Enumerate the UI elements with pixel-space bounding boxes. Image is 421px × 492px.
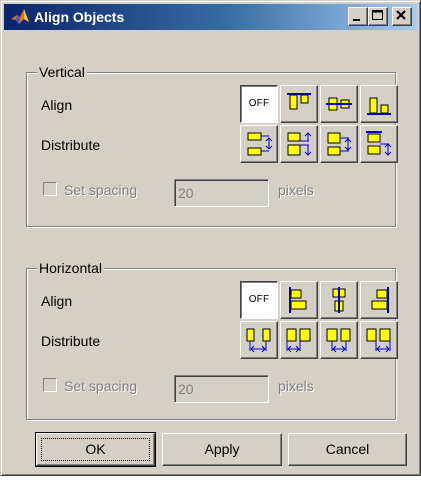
- horizontal-distribute-label: Distribute: [41, 333, 101, 349]
- align-bottom-icon: [367, 97, 391, 115]
- vertical-align-bottom-button[interactable]: [360, 85, 398, 123]
- horizontal-align-left-button[interactable]: [280, 281, 318, 319]
- minimize-button[interactable]: [348, 7, 368, 26]
- horizontal-distribute-button-2[interactable]: [280, 321, 318, 359]
- horizontal-distribute-button-3[interactable]: [320, 321, 358, 359]
- align-middle-icon: [326, 97, 352, 111]
- horizontal-spacing-input[interactable]: [174, 375, 269, 403]
- horizontal-align-off-button[interactable]: OFF: [240, 281, 278, 319]
- horizontal-set-spacing-row: Set spacing pixels: [43, 375, 343, 403]
- horizontal-group: Horizontal Align OFF Distribute Set spac…: [26, 259, 398, 420]
- apply-button[interactable]: Apply: [162, 433, 282, 466]
- horizontal-align-center-button[interactable]: [320, 281, 358, 319]
- align-center-icon: [332, 287, 346, 313]
- align-right-icon: [371, 287, 389, 313]
- vertical-group-title: Vertical: [37, 63, 87, 81]
- distribute-vertical-3-icon: [327, 132, 352, 156]
- matlab-logo-icon: [10, 7, 30, 27]
- horizontal-align-right-button[interactable]: [360, 281, 398, 319]
- horizontal-group-title: Horizontal: [37, 259, 105, 277]
- horizontal-set-spacing-label: Set spacing: [64, 378, 138, 394]
- distribute-vertical-2-icon: [287, 132, 312, 156]
- horizontal-distribute-button-1[interactable]: [240, 321, 278, 359]
- vertical-distribute-button-4[interactable]: [360, 125, 398, 163]
- vertical-set-spacing-checkbox[interactable]: [43, 182, 57, 196]
- ok-button[interactable]: OK: [35, 432, 156, 467]
- close-icon: [396, 10, 406, 20]
- focus-ring: [41, 438, 150, 461]
- vertical-align-off-button[interactable]: OFF: [240, 85, 278, 123]
- vertical-align-top-button[interactable]: [280, 85, 318, 123]
- title-bar[interactable]: Align Objects: [4, 4, 417, 30]
- align-objects-dialog: Align Objects Vertical Align OFF Distrib…: [0, 0, 421, 476]
- vertical-set-spacing-row: Set spacing pixels: [43, 179, 343, 207]
- vertical-distribute-label: Distribute: [41, 137, 101, 153]
- vertical-set-spacing-label: Set spacing: [64, 182, 138, 198]
- vertical-group: Vertical Align OFF Distribute Set spacin…: [26, 63, 398, 227]
- distribute-horizontal-2-icon: [286, 328, 311, 353]
- vertical-align-label: Align: [41, 97, 73, 113]
- horizontal-set-spacing-checkbox[interactable]: [43, 378, 57, 392]
- vertical-align-middle-button[interactable]: [320, 85, 358, 123]
- distribute-horizontal-3-icon: [326, 328, 351, 353]
- close-button[interactable]: [392, 7, 412, 26]
- distribute-vertical-4-icon: [366, 131, 392, 156]
- horizontal-pixels-label: pixels: [278, 378, 314, 394]
- align-top-icon: [287, 93, 311, 110]
- distribute-horizontal-4-icon: [366, 328, 391, 353]
- distribute-vertical-1-icon: [247, 132, 273, 156]
- vertical-spacing-input[interactable]: [174, 179, 269, 207]
- distribute-horizontal-1-icon: [246, 328, 271, 353]
- window-title: Align Objects: [34, 9, 125, 25]
- maximize-button[interactable]: [368, 7, 388, 26]
- vertical-distribute-button-2[interactable]: [280, 125, 318, 163]
- vertical-pixels-label: pixels: [278, 182, 314, 198]
- cancel-button[interactable]: Cancel: [288, 433, 407, 466]
- horizontal-distribute-button-4[interactable]: [360, 321, 398, 359]
- horizontal-align-label: Align: [41, 293, 73, 309]
- align-left-icon: [289, 287, 307, 313]
- vertical-distribute-button-3[interactable]: [320, 125, 358, 163]
- minimize-icon: [353, 19, 360, 21]
- vertical-distribute-button-1[interactable]: [240, 125, 278, 163]
- maximize-icon: [372, 10, 383, 20]
